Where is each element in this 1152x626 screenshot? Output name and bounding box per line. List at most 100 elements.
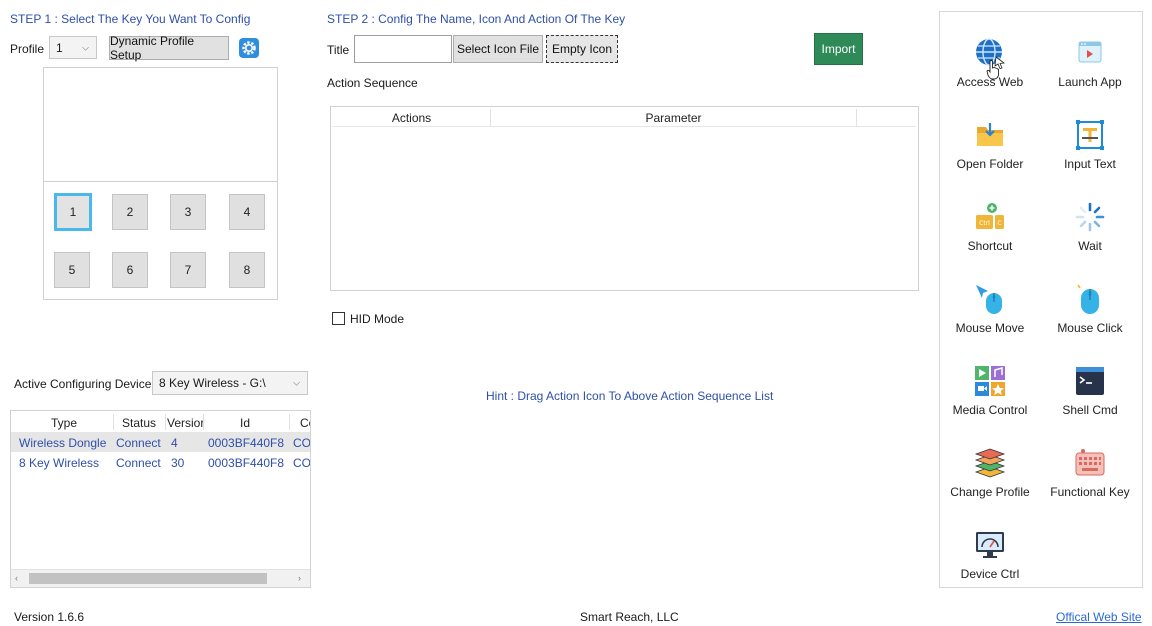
action-functional-key[interactable]: Functional Key <box>1040 435 1140 507</box>
key-button-5[interactable]: 5 <box>54 252 90 288</box>
action-label: Mouse Move <box>955 321 1025 335</box>
column-header-version[interactable]: Versior <box>167 416 204 430</box>
key-label: 6 <box>126 263 134 277</box>
active-device-select[interactable]: 8 Key Wireless - G:\ ⌵ <box>152 371 308 395</box>
column-header-id[interactable]: Id <box>240 416 250 430</box>
action-mouse-move[interactable]: Mouse Move <box>940 271 1040 343</box>
chevron-down-icon: ⌵ <box>82 42 89 52</box>
profile-label: Profile <box>10 42 45 56</box>
select-icon-file-button[interactable]: Select Icon File <box>453 35 543 63</box>
dynamic-profile-setup-button[interactable]: Dynamic Profile Setup <box>109 34 229 62</box>
spinner-icon <box>1074 201 1106 233</box>
empty-icon-button[interactable]: Empty Icon <box>546 35 618 63</box>
hid-mode-label: HID Mode <box>350 312 405 326</box>
chevron-down-icon: ⌵ <box>293 377 300 388</box>
column-divider <box>289 414 290 430</box>
text-input-icon <box>1074 119 1106 151</box>
column-header-status[interactable]: Status <box>122 416 156 430</box>
cell-id: 0003BF440F8 <box>208 436 285 450</box>
action-launch-app[interactable]: Launch App <box>1040 25 1140 97</box>
function-key-icon <box>1074 447 1106 479</box>
action-label: Functional Key <box>1050 485 1130 499</box>
cell-co: CO <box>293 456 311 470</box>
key-button-2[interactable]: 2 <box>112 194 148 230</box>
column-divider <box>165 414 166 430</box>
action-shortcut[interactable]: Ctrl C Shortcut <box>940 189 1040 261</box>
action-icon-panel: Access Web Launch App Open Folder Input … <box>939 11 1143 588</box>
cell-status: Connect <box>116 456 161 470</box>
action-label: Wait <box>1078 239 1102 253</box>
app-window-icon <box>1074 37 1106 69</box>
action-device-ctrl[interactable]: Device Ctrl <box>940 517 1040 589</box>
title-input[interactable] <box>354 35 452 63</box>
official-website-link[interactable]: Offical Web Site <box>1056 610 1142 624</box>
action-change-profile[interactable]: Change Profile <box>940 435 1040 507</box>
cell-status: Connect <box>116 436 161 450</box>
action-label: Media Control <box>952 403 1028 417</box>
layers-icon <box>974 447 1006 479</box>
key-label: 2 <box>126 205 134 219</box>
key-button-1[interactable]: 1 <box>54 193 92 231</box>
gear-icon[interactable] <box>239 38 259 58</box>
terminal-icon <box>1074 365 1106 397</box>
table-row[interactable]: 8 Key Wireless Connect 30 0003BF440F8 CO <box>11 452 311 472</box>
action-input-text[interactable]: Input Text <box>1040 107 1140 179</box>
svg-text:C: C <box>997 220 1001 227</box>
action-media-control[interactable]: Media Control <box>940 353 1040 425</box>
action-sequence-header: Actions Parameter <box>333 109 916 127</box>
key-button-6[interactable]: 6 <box>112 252 148 288</box>
title-label: Title <box>327 43 350 57</box>
cell-co: CO <box>293 436 311 450</box>
company-name: Smart Reach, LLC <box>580 610 679 624</box>
horizontal-scrollbar[interactable]: ‹ › <box>11 569 310 587</box>
action-sequence-list[interactable]: Actions Parameter <box>330 106 919 291</box>
key-button-3[interactable]: 3 <box>170 194 206 230</box>
column-divider <box>856 109 857 127</box>
column-header-actions[interactable]: Actions <box>333 111 490 125</box>
key-button-8[interactable]: 8 <box>229 252 265 288</box>
device-table[interactable]: Type Status Versior Id Co Wireless Dongl… <box>10 410 311 588</box>
svg-text:Ctrl: Ctrl <box>979 220 990 227</box>
step1-title: STEP 1 : Select The Key You Want To Conf… <box>10 12 251 26</box>
action-label: Launch App <box>1058 75 1122 89</box>
action-label: Shortcut <box>967 239 1013 253</box>
cell-type: Wireless Dongle <box>19 436 107 450</box>
scrollbar-thumb[interactable] <box>29 573 267 584</box>
key-button-4[interactable]: 4 <box>229 194 265 230</box>
action-mouse-click[interactable]: Mouse Click <box>1040 271 1140 343</box>
key-label: 1 <box>69 205 77 219</box>
scroll-left-icon[interactable]: ‹ <box>15 573 18 583</box>
key-button-7[interactable]: 7 <box>170 252 206 288</box>
profile-select[interactable]: 1 ⌵ <box>49 36 97 59</box>
import-button[interactable]: Import <box>814 33 863 65</box>
column-header-parameter[interactable]: Parameter <box>491 111 856 125</box>
table-row[interactable]: Wireless Dongle Connect 4 0003BF440F8 CO <box>11 432 311 452</box>
version-text: Version 1.6.6 <box>14 610 85 624</box>
column-header-type[interactable]: Type <box>51 416 77 430</box>
key-label: 4 <box>243 205 251 219</box>
action-label: Open Folder <box>956 157 1024 171</box>
action-wait[interactable]: Wait <box>1040 189 1140 261</box>
action-shell-cmd[interactable]: Shell Cmd <box>1040 353 1140 425</box>
mouse-click-icon <box>1074 283 1106 315</box>
column-header-co[interactable]: Co <box>300 416 310 430</box>
cell-version: 30 <box>171 456 185 470</box>
action-label: Mouse Click <box>1057 321 1123 335</box>
key-preview-area <box>44 68 277 182</box>
key-label: 5 <box>68 263 76 277</box>
action-label: Shell Cmd <box>1062 403 1118 417</box>
column-divider <box>203 414 204 430</box>
step2-title: STEP 2 : Config The Name, Icon And Actio… <box>327 12 626 26</box>
hint-text: Hint : Drag Action Icon To Above Action … <box>486 389 774 403</box>
action-label: Input Text <box>1064 157 1116 171</box>
cell-id: 0003BF440F8 <box>208 456 285 470</box>
folder-icon <box>974 119 1006 151</box>
profile-select-value: 1 <box>56 40 63 55</box>
action-label: Change Profile <box>950 485 1030 499</box>
action-open-folder[interactable]: Open Folder <box>940 107 1040 179</box>
hid-mode-checkbox[interactable] <box>332 312 345 325</box>
scroll-right-icon[interactable]: › <box>298 573 301 583</box>
key-label: 3 <box>184 205 192 219</box>
mouse-move-icon <box>974 283 1006 315</box>
action-sequence-label: Action Sequence <box>327 76 418 90</box>
